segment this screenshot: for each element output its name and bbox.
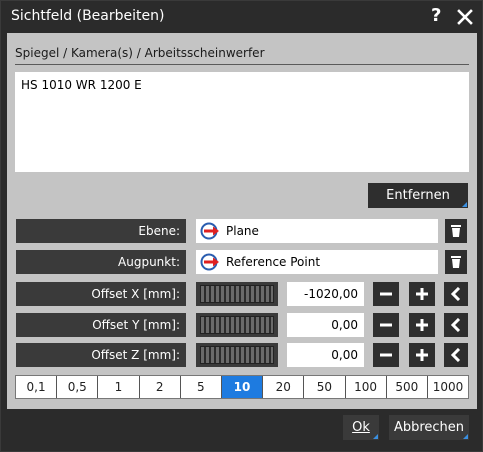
- step-option[interactable]: 2: [139, 376, 181, 398]
- offset-y-label: Offset Y [mm]:: [16, 313, 186, 337]
- step-size-selector: 0,1 0,5 1 2 5 10 20 50 100 500 1000: [15, 375, 469, 399]
- step-option[interactable]: 0,5: [57, 376, 99, 398]
- section-divider: [15, 64, 469, 65]
- offset-y-decrement-button[interactable]: [373, 313, 399, 337]
- step-option[interactable]: 5: [180, 376, 222, 398]
- help-icon[interactable]: ?: [431, 5, 441, 26]
- remove-button[interactable]: Entfernen: [368, 183, 468, 208]
- cancel-button-label: Abbrechen: [393, 420, 465, 435]
- slider-track: [200, 316, 274, 334]
- step-option[interactable]: 1: [98, 376, 140, 398]
- ok-button[interactable]: Ok: [343, 415, 379, 440]
- slider-track: [200, 346, 274, 364]
- corner-marker: [462, 202, 467, 207]
- offset-y-input[interactable]: 0,00: [287, 313, 364, 337]
- list-item[interactable]: HS 1010 WR 1200 E: [21, 78, 463, 92]
- minus-icon: [380, 292, 392, 296]
- offset-y-jog-slider[interactable]: [196, 313, 278, 337]
- offset-x-reset-button[interactable]: [444, 282, 468, 306]
- step-option[interactable]: 50: [304, 376, 346, 398]
- title-bar: Sichtfeld (Bearbeiten) ?: [1, 1, 482, 33]
- augpunkt-value: Reference Point: [226, 255, 321, 269]
- ebene-clear-button[interactable]: [445, 219, 467, 243]
- remove-button-label: Entfernen: [386, 188, 450, 203]
- slider-track: [200, 285, 274, 303]
- window-title: Sichtfeld (Bearbeiten): [11, 8, 165, 24]
- chevron-left-icon: [450, 287, 461, 301]
- link-arrow-icon: [200, 253, 219, 271]
- offset-x-input[interactable]: -1020,00: [287, 282, 364, 306]
- ebene-value: Plane: [226, 224, 259, 238]
- corner-marker: [463, 434, 468, 439]
- offset-x-label: Offset X [mm]:: [16, 282, 186, 306]
- augpunkt-label: Augpunkt:: [16, 250, 186, 274]
- step-option[interactable]: 1000: [427, 376, 469, 398]
- item-list[interactable]: HS 1010 WR 1200 E: [15, 72, 469, 172]
- close-icon[interactable]: [457, 9, 473, 25]
- ebene-field[interactable]: Plane: [196, 219, 438, 243]
- step-option[interactable]: 10: [221, 376, 264, 398]
- minus-icon: [380, 353, 392, 357]
- step-option[interactable]: 100: [345, 376, 387, 398]
- offset-y-increment-button[interactable]: [409, 313, 435, 337]
- offset-z-label: Offset Z [mm]:: [16, 343, 186, 367]
- step-option[interactable]: 0,1: [16, 376, 58, 398]
- trash-icon: [451, 225, 461, 237]
- corner-marker: [373, 434, 378, 439]
- dialog-window: Sichtfeld (Bearbeiten) ? Spiegel / Kamer…: [0, 0, 483, 452]
- offset-z-input[interactable]: 0,00: [287, 343, 364, 367]
- offset-x-jog-slider[interactable]: [196, 282, 278, 306]
- step-option[interactable]: 20: [263, 376, 305, 398]
- step-option[interactable]: 500: [386, 376, 428, 398]
- chevron-left-icon: [450, 318, 461, 332]
- augpunkt-clear-button[interactable]: [445, 250, 467, 274]
- augpunkt-field[interactable]: Reference Point: [196, 250, 438, 274]
- offset-x-decrement-button[interactable]: [373, 282, 399, 306]
- offset-x-increment-button[interactable]: [409, 282, 435, 306]
- section-title: Spiegel / Kamera(s) / Arbeitsscheinwerfe…: [15, 46, 265, 60]
- minus-icon: [380, 323, 392, 327]
- trash-icon: [451, 256, 461, 268]
- offset-z-jog-slider[interactable]: [196, 343, 278, 367]
- offset-y-reset-button[interactable]: [444, 313, 468, 337]
- ebene-label: Ebene:: [16, 219, 186, 243]
- offset-z-reset-button[interactable]: [444, 343, 468, 367]
- offset-z-decrement-button[interactable]: [373, 343, 399, 367]
- cancel-button[interactable]: Abbrechen: [389, 415, 469, 440]
- offset-z-increment-button[interactable]: [409, 343, 435, 367]
- ok-button-label: Ok: [352, 420, 370, 435]
- chevron-left-icon: [450, 348, 461, 362]
- plus-icon: [416, 319, 428, 331]
- link-arrow-icon: [200, 222, 219, 240]
- plus-icon: [416, 349, 428, 361]
- plus-icon: [416, 288, 428, 300]
